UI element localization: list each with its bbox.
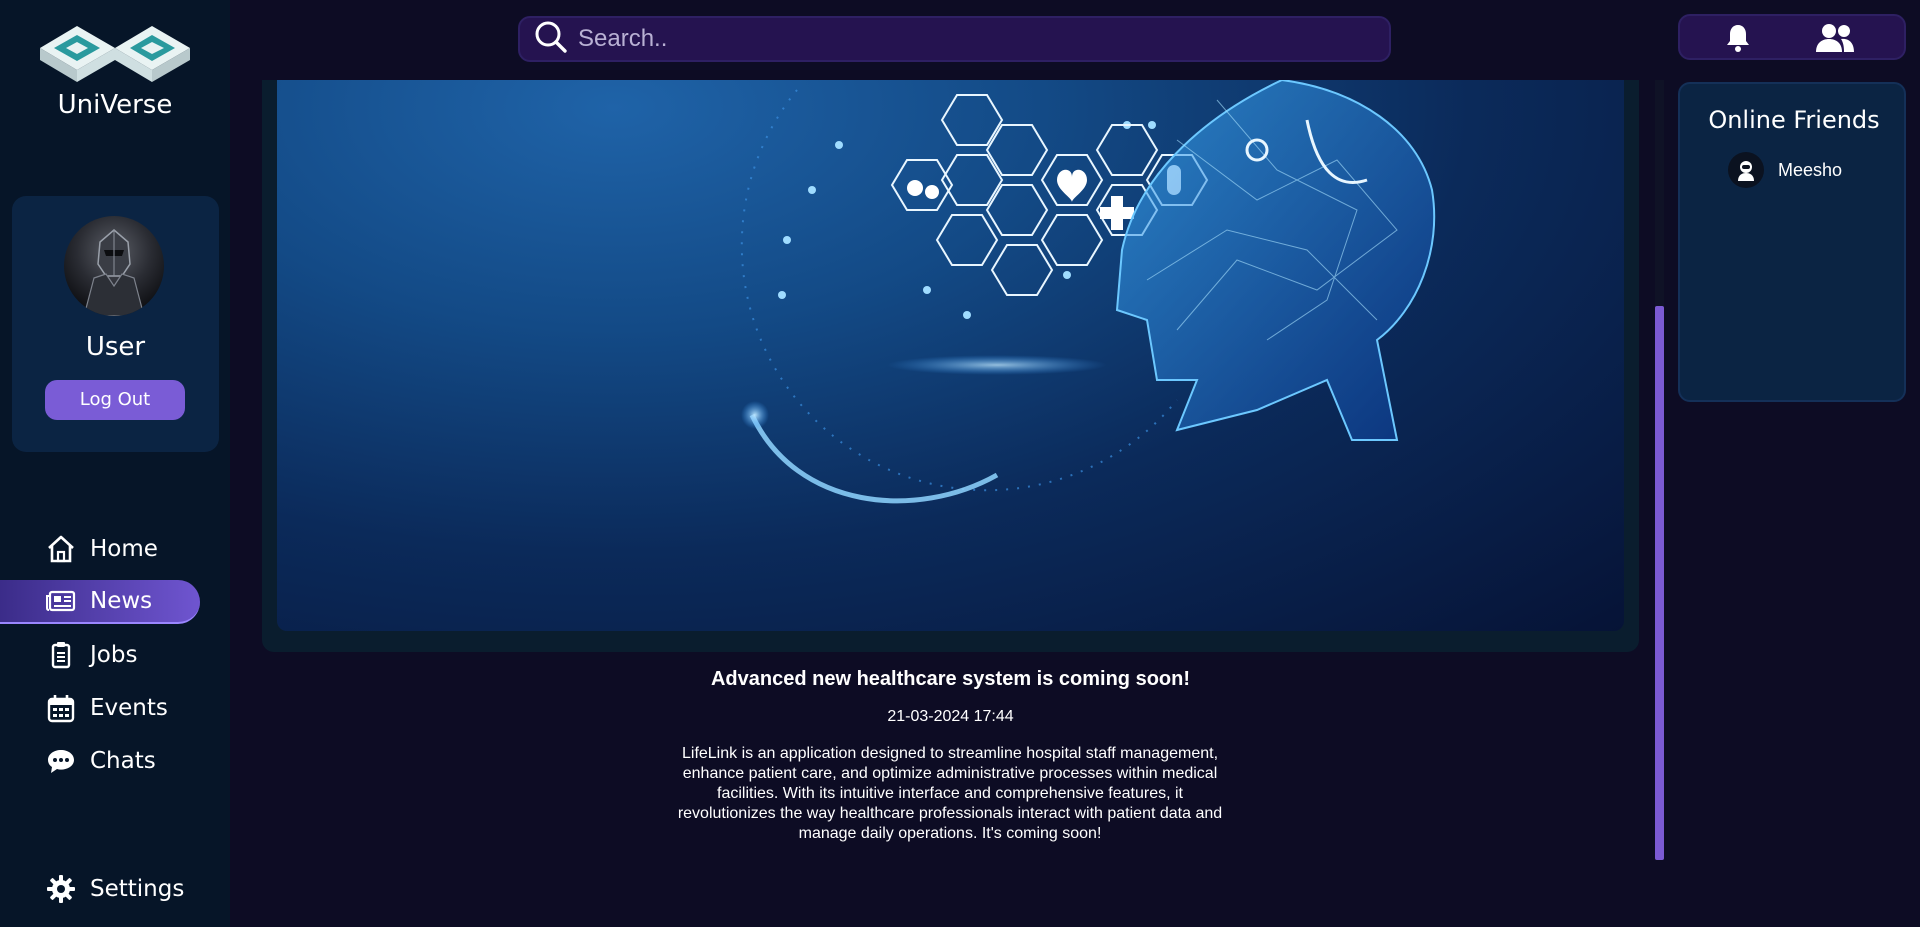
newspaper-icon xyxy=(46,586,76,616)
online-friends-title: Online Friends xyxy=(1708,106,1880,134)
logout-button[interactable]: Log Out xyxy=(45,380,185,420)
scrollbar-thumb[interactable] xyxy=(1655,306,1664,860)
gear-icon xyxy=(46,874,76,904)
friends-icon[interactable] xyxy=(1814,22,1856,59)
article-body-line: facilities. With its intuitive interface… xyxy=(717,785,1183,802)
user-profile-card: User Log Out xyxy=(12,196,219,452)
sidebar-item-label: Events xyxy=(90,695,168,721)
app-root: UniVerse User Log Out Home News Jobs Eve… xyxy=(0,0,1920,927)
news-image[interactable] xyxy=(277,80,1624,631)
brand-name: UniVerse xyxy=(57,90,173,120)
search-bar xyxy=(518,16,1391,62)
calendar-icon xyxy=(46,693,76,723)
sidebar-item-label: Home xyxy=(90,536,158,562)
search-icon[interactable] xyxy=(534,20,568,59)
article-body: LifeLink is an application designed to s… xyxy=(655,744,1245,844)
top-actions xyxy=(1678,14,1906,60)
user-avatar[interactable] xyxy=(64,216,164,316)
article-title[interactable]: Advanced new healthcare system is coming… xyxy=(232,668,1669,691)
sidebar-item-label: Chats xyxy=(90,748,156,774)
friend-avatar-icon xyxy=(1728,152,1764,188)
brand-logo-icon[interactable] xyxy=(40,20,190,86)
sidebar-item-label: Jobs xyxy=(90,642,138,668)
sidebar: UniVerse User Log Out Home News Jobs Eve… xyxy=(0,0,230,927)
online-friends-panel: Online Friends Meesho xyxy=(1678,82,1906,402)
friend-name: Meesho xyxy=(1778,159,1843,180)
sidebar-item-news[interactable]: News xyxy=(0,580,200,624)
chat-bubble-icon xyxy=(46,746,76,776)
sidebar-item-label: Settings xyxy=(90,876,185,902)
article-body-line: enhance patient care, and optimize admin… xyxy=(682,765,1218,782)
knight-avatar-icon xyxy=(83,229,145,316)
friend-list-item[interactable]: Meesho xyxy=(1728,150,1842,190)
feed-scrollbar[interactable] xyxy=(1655,80,1664,860)
article-date: 21-03-2024 17:44 xyxy=(887,708,1014,725)
clipboard-icon xyxy=(46,640,76,670)
article-body-line: revolutionizes the way healthcare profes… xyxy=(677,805,1223,822)
sidebar-item-home[interactable]: Home xyxy=(0,527,200,571)
notification-bell-icon[interactable] xyxy=(1722,22,1754,59)
sidebar-item-label: News xyxy=(90,588,153,614)
medical-ai-illustration-icon xyxy=(740,80,1436,504)
sidebar-item-jobs[interactable]: Jobs xyxy=(0,633,200,677)
sidebar-item-events[interactable]: Events xyxy=(0,686,200,730)
article-body-line: manage daily operations. It's coming soo… xyxy=(798,825,1102,842)
search-input[interactable] xyxy=(578,25,1358,53)
user-name: User xyxy=(85,332,146,362)
sidebar-item-settings[interactable]: Settings xyxy=(0,867,200,911)
home-icon xyxy=(46,534,76,564)
article-body-line: LifeLink is an application designed to s… xyxy=(681,745,1219,762)
sidebar-item-chats[interactable]: Chats xyxy=(0,739,200,783)
